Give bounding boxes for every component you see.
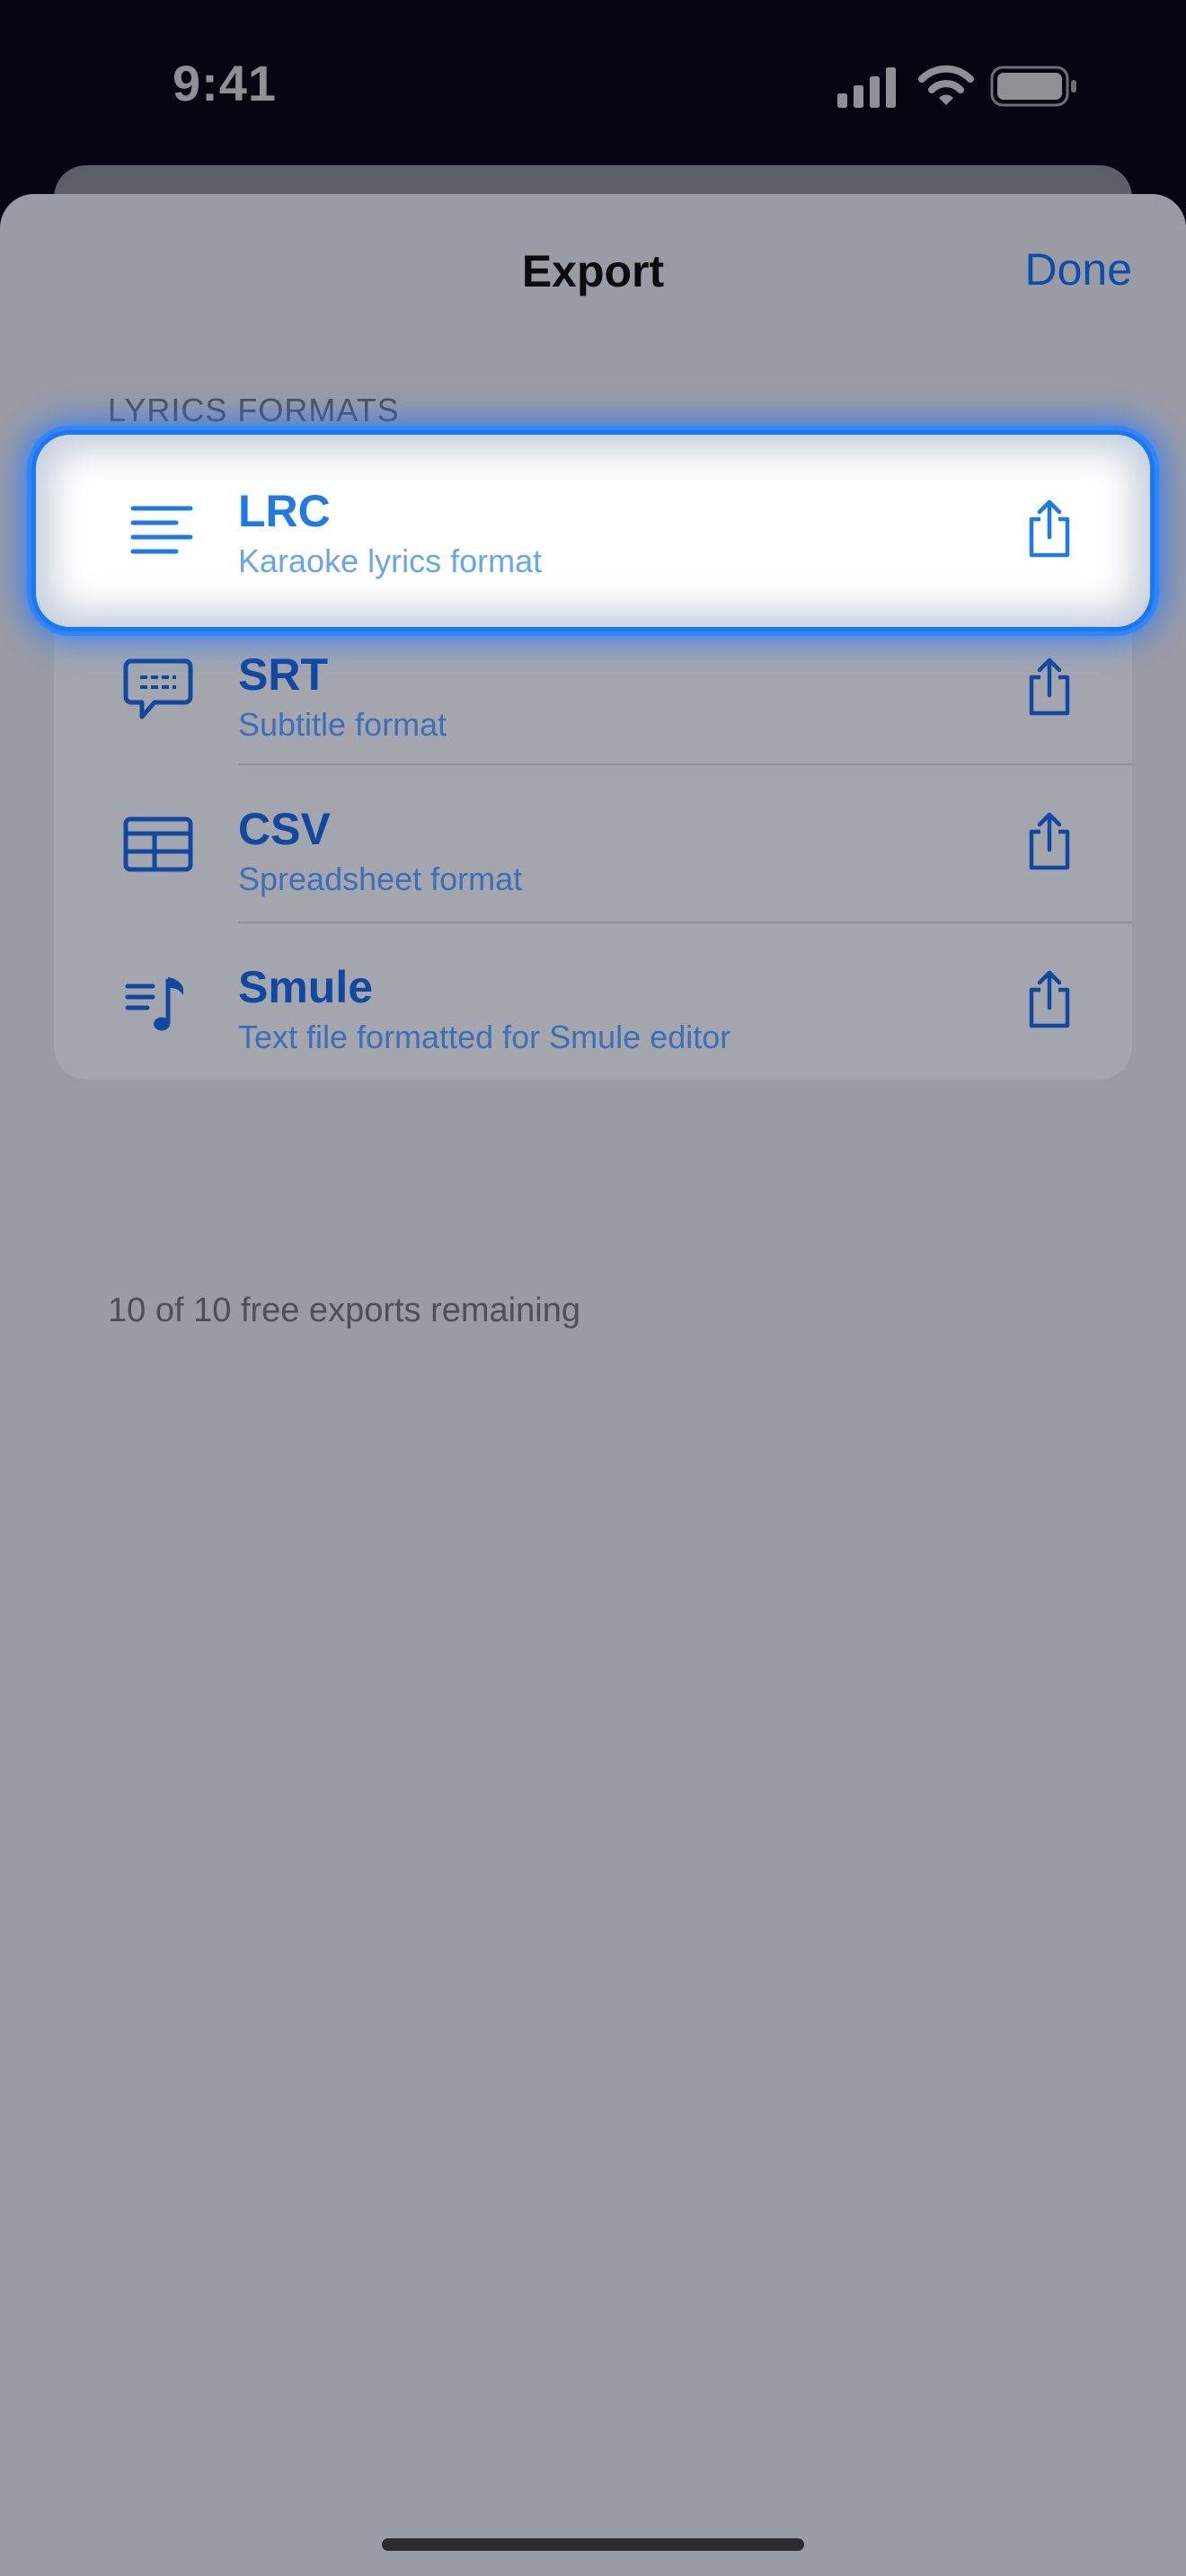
free-exports-remaining: 10 of 10 free exports remaining [108, 1292, 580, 1329]
cellular-signal-icon [836, 65, 898, 110]
share-icon[interactable] [1024, 498, 1075, 559]
format-subtitle: Subtitle format [238, 706, 447, 743]
format-row-csv[interactable]: CSV Spreadsheet format [54, 765, 1132, 923]
format-title: SRT [238, 649, 328, 700]
section-header: LYRICS FORMATS [108, 392, 400, 428]
format-subtitle: Spreadsheet format [238, 860, 523, 897]
home-indicator[interactable] [382, 2538, 804, 2551]
done-button[interactable]: Done [1024, 243, 1132, 296]
status-time: 9:41 [172, 55, 278, 111]
format-subtitle: Text file formatted for Smule editor [238, 1019, 731, 1055]
format-subtitle: Karaoke lyrics format [238, 543, 543, 579]
format-row-srt[interactable]: SRT Subtitle format [54, 611, 1132, 769]
wifi-icon [918, 65, 974, 108]
format-title: CSV [238, 804, 331, 854]
sheet-title: Export [521, 246, 665, 296]
table-icon [123, 816, 193, 872]
highlight-glow [36, 435, 1150, 627]
share-icon[interactable] [1024, 656, 1075, 717]
text-align-left-icon [130, 506, 193, 554]
format-title: Smule [238, 962, 374, 1012]
format-title: LRC [238, 486, 331, 536]
format-row-smule[interactable]: Smule Text file formatted for Smule edit… [54, 923, 1132, 1081]
format-row-lrc[interactable]: LRC Karaoke lyrics format [36, 435, 1150, 627]
share-icon[interactable] [1024, 968, 1075, 1029]
music-list-icon [125, 977, 183, 1031]
speech-bubble-icon [123, 658, 193, 719]
share-icon[interactable] [1024, 810, 1075, 871]
battery-icon [990, 65, 1080, 110]
phone-screen: 9:41 Export Done LYRICS FORMATS 10 of 10… [0, 0, 1186, 2576]
status-icons [836, 65, 1078, 110]
